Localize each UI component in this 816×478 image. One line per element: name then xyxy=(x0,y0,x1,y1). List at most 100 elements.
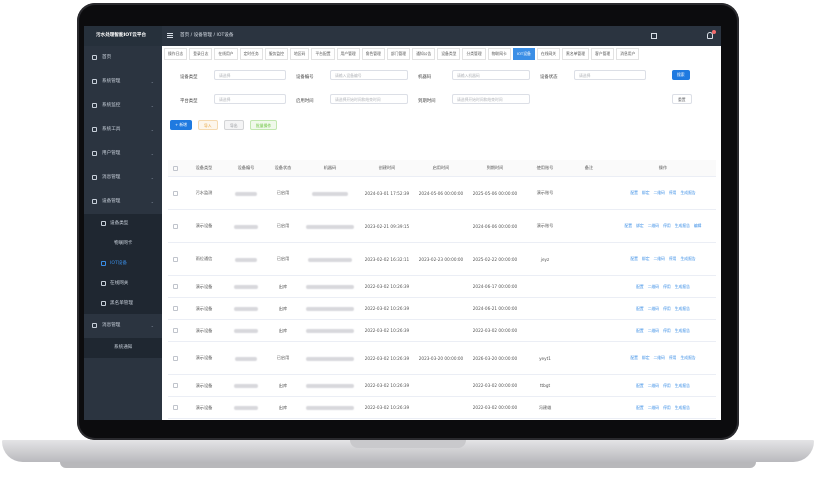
reset-button[interactable]: 重置 xyxy=(672,94,692,104)
action-link[interactable]: 生成报告 xyxy=(680,190,695,195)
select-all-checkbox[interactable] xyxy=(172,165,178,171)
row-checkbox[interactable] xyxy=(172,190,178,196)
row-checkbox[interactable] xyxy=(172,306,178,312)
action-link[interactable]: 停用 xyxy=(669,256,677,261)
platform-type-select[interactable]: 请选择 xyxy=(214,94,286,104)
tab-item[interactable]: 通知公告 xyxy=(412,48,436,60)
row-checkbox-cell[interactable] xyxy=(168,275,182,298)
sidebar-item[interactable]: 系统工具 ⌄ xyxy=(84,118,162,142)
action-link[interactable]: 停用 xyxy=(663,383,671,388)
action-link[interactable]: 停用 xyxy=(663,328,671,333)
expire-time-picker[interactable]: 请选择开始时间和结束时间 xyxy=(452,94,530,104)
action-link[interactable]: 配置 xyxy=(636,306,644,311)
row-checkbox-cell[interactable] xyxy=(168,319,182,342)
action-link[interactable]: 生成报告 xyxy=(675,306,690,311)
search-button[interactable]: 搜索 xyxy=(672,70,690,80)
machine-code-input[interactable]: 请输入机器码 xyxy=(452,70,530,80)
export-button[interactable]: 导出 xyxy=(224,120,244,130)
row-checkbox[interactable] xyxy=(172,256,178,262)
sidebar-item[interactable]: IOT设备 xyxy=(84,254,162,274)
action-link[interactable]: 编辑 xyxy=(694,223,702,228)
action-link[interactable]: 生成报告 xyxy=(675,405,690,410)
action-link[interactable]: 停用 xyxy=(663,306,671,311)
row-checkbox-cell[interactable] xyxy=(168,209,182,243)
tab-item[interactable]: 角色管理 xyxy=(361,48,385,60)
tab-item[interactable]: 消息用户 xyxy=(616,48,640,60)
action-link[interactable]: 配置 xyxy=(636,383,644,388)
row-checkbox-cell[interactable] xyxy=(168,374,182,397)
sidebar-item[interactable]: 在线网关 xyxy=(84,274,162,294)
sidebar-item[interactable]: 首页 xyxy=(84,46,162,70)
action-link[interactable]: 生成报告 xyxy=(675,284,690,289)
tab-item[interactable]: 服务监控 xyxy=(264,48,288,60)
sidebar-item[interactable]: 系统管理 ⌄ xyxy=(84,70,162,94)
row-checkbox[interactable] xyxy=(172,328,178,334)
tab-item[interactable]: 操作日志 xyxy=(164,48,188,60)
row-checkbox-cell[interactable] xyxy=(168,341,182,375)
tab-item[interactable]: 设备类型 xyxy=(437,48,461,60)
fullscreen-icon[interactable] xyxy=(651,33,657,39)
row-checkbox[interactable] xyxy=(172,383,178,389)
action-link[interactable]: 二维码 xyxy=(648,223,659,228)
tab-item[interactable]: 在线网关 xyxy=(536,48,561,60)
tab-item[interactable]: 定时任务 xyxy=(239,48,263,60)
tab-item[interactable]: IOT设备 xyxy=(512,48,535,60)
tab-item[interactable]: 黑名单管理 xyxy=(562,48,590,60)
row-checkbox-cell[interactable] xyxy=(168,242,182,276)
row-checkbox[interactable] xyxy=(172,223,178,229)
device-no-input[interactable]: 请输入设备编号 xyxy=(330,70,408,80)
action-link[interactable]: 配置 xyxy=(636,284,644,289)
action-link[interactable]: 二维码 xyxy=(648,306,659,311)
action-link[interactable]: 停用 xyxy=(663,405,671,410)
sidebar-item[interactable]: 黑名单管理 xyxy=(84,294,162,314)
action-link[interactable]: 配置 xyxy=(636,405,644,410)
tab-item[interactable]: 部门管理 xyxy=(386,48,411,60)
row-checkbox-cell[interactable] xyxy=(168,297,182,320)
action-link[interactable]: 配置 xyxy=(630,190,638,195)
tab-item[interactable]: 平台配置 xyxy=(311,48,335,60)
tab-item[interactable]: 客户管理 xyxy=(591,48,615,60)
action-link[interactable]: 二维码 xyxy=(648,405,659,410)
action-link[interactable]: 生成报告 xyxy=(675,383,690,388)
device-type-select[interactable]: 请选择 xyxy=(214,70,286,80)
action-link[interactable]: 停用 xyxy=(663,223,671,228)
row-checkbox[interactable] xyxy=(172,355,178,361)
action-link[interactable]: 绑定 xyxy=(636,223,644,228)
sidebar-item[interactable]: 消息管理 ⌄ xyxy=(84,166,162,190)
action-link[interactable]: 绑定 xyxy=(642,190,650,195)
row-checkbox[interactable] xyxy=(172,405,178,411)
row-checkbox-cell[interactable] xyxy=(168,176,182,210)
action-link[interactable]: 二维码 xyxy=(648,284,659,289)
sidebar-item[interactable]: 物联网卡 xyxy=(84,234,162,254)
header-checkbox-cell[interactable] xyxy=(168,160,182,177)
action-link[interactable]: 绑定 xyxy=(642,355,650,360)
add-button[interactable]: + 新增 xyxy=(170,120,192,130)
enable-time-picker[interactable]: 请选择开始时间和结束时间 xyxy=(330,94,408,104)
action-link[interactable]: 绑定 xyxy=(642,256,650,261)
action-link[interactable]: 配置 xyxy=(625,223,633,228)
action-link[interactable]: 二维码 xyxy=(654,355,665,360)
action-link[interactable]: 配置 xyxy=(636,328,644,333)
tab-item[interactable]: 物联网卡 xyxy=(487,48,511,60)
tab-item[interactable]: 在线用户 xyxy=(214,48,238,60)
sidebar-item[interactable]: 系统通知 xyxy=(84,338,162,358)
row-checkbox-cell[interactable] xyxy=(168,418,182,420)
action-link[interactable]: 二维码 xyxy=(648,383,659,388)
sidebar-item[interactable]: 系统监控 ⌄ xyxy=(84,94,162,118)
sidebar-item[interactable]: 用户管理 ⌄ xyxy=(84,142,162,166)
device-status-select[interactable]: 请选择 xyxy=(574,70,646,80)
action-link[interactable]: 生成报告 xyxy=(680,256,695,261)
action-link[interactable]: 生成报告 xyxy=(680,355,695,360)
tab-item[interactable]: 登录日志 xyxy=(189,48,213,60)
tab-item[interactable]: 分类管理 xyxy=(462,48,486,60)
batch-button[interactable]: 批量操作 xyxy=(250,120,278,130)
hamburger-icon[interactable] xyxy=(167,33,173,38)
tab-item[interactable]: 用户管理 xyxy=(336,48,360,60)
action-link[interactable]: 配置 xyxy=(630,355,638,360)
action-link[interactable]: 二维码 xyxy=(654,190,665,195)
action-link[interactable]: 生成报告 xyxy=(675,328,690,333)
sidebar-item[interactable]: 设备类型 xyxy=(84,214,162,234)
action-link[interactable]: 停用 xyxy=(663,284,671,289)
action-link[interactable]: 配置 xyxy=(630,256,638,261)
row-checkbox-cell[interactable] xyxy=(168,396,182,419)
